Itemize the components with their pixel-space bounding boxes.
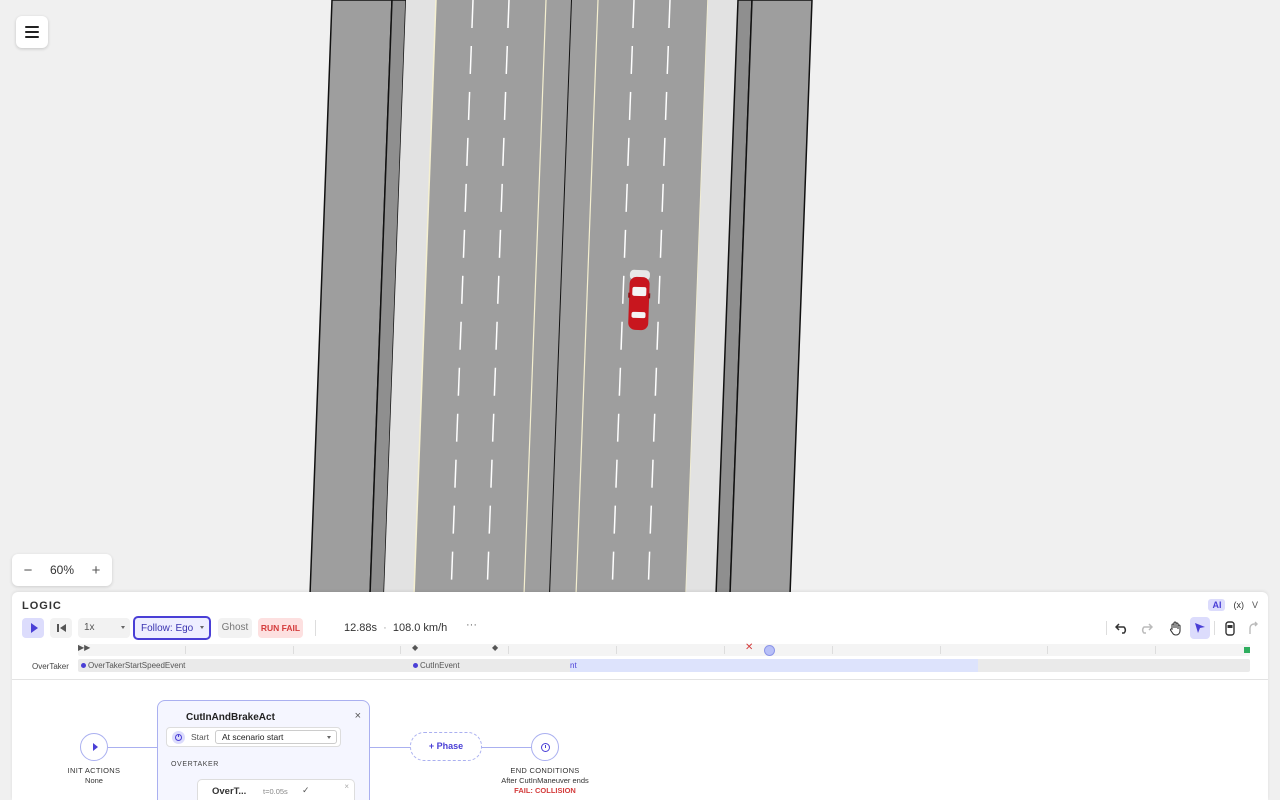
carriageway-left bbox=[414, 0, 572, 595]
rewind-button[interactable] bbox=[50, 618, 72, 638]
act-title: CutInAndBrakeAct bbox=[186, 712, 275, 723]
toolbar-divider bbox=[315, 620, 316, 636]
add-vehicle-button[interactable] bbox=[1220, 617, 1240, 639]
elapsed-time: 12.88s bbox=[344, 622, 378, 634]
playback-toolbar: 1x Follow: Ego Ghost RUN FAIL 12.88s · 1… bbox=[22, 616, 1258, 640]
clock-icon bbox=[540, 742, 550, 752]
select-tool-button[interactable] bbox=[1190, 617, 1210, 639]
car-icon bbox=[1225, 620, 1235, 636]
event-bar-active[interactable]: nt bbox=[570, 659, 978, 672]
toolbar-right-group bbox=[1106, 617, 1258, 639]
end-conditions-detail: After CutInManeuver ends bbox=[501, 776, 589, 785]
route-icon bbox=[1249, 621, 1258, 634]
lane-track-overtaker: OverTakerStartSpeedEvent CutInEvent nt bbox=[78, 659, 1250, 672]
timeline-tick bbox=[724, 646, 725, 654]
init-actions-caption: INIT ACTIONS None bbox=[52, 766, 136, 786]
play-button[interactable] bbox=[22, 618, 44, 638]
pointer-icon bbox=[1195, 623, 1205, 633]
zoom-out-button[interactable]: − bbox=[20, 562, 36, 579]
zoom-control: − 60% + bbox=[12, 554, 112, 586]
ghost-button[interactable]: Ghost bbox=[218, 618, 252, 638]
panel-title: LOGIC bbox=[22, 600, 62, 612]
entity-label: OVERTAKER bbox=[171, 761, 219, 768]
timeline-tick bbox=[1047, 646, 1048, 654]
road-map-canvas[interactable] bbox=[0, 0, 1280, 595]
more-options-button[interactable]: ··· bbox=[466, 619, 477, 631]
play-icon bbox=[30, 623, 38, 633]
current-speed: 108.0 km/h bbox=[392, 622, 448, 634]
start-trigger-row: Start At scenario start bbox=[166, 727, 341, 747]
chevron-down-icon bbox=[200, 626, 204, 629]
timeline-tick bbox=[293, 646, 294, 654]
fail-cross-icon[interactable]: ✕ bbox=[745, 642, 753, 653]
maneuver-time: t=0.05s bbox=[263, 787, 288, 796]
maneuver-card[interactable]: OverT... t=0.05s ✓ × bbox=[197, 779, 355, 800]
event-diamond-icon[interactable]: ◆ bbox=[492, 643, 498, 652]
play-icon bbox=[92, 743, 98, 751]
collapse-panel-button[interactable]: V bbox=[1252, 600, 1258, 610]
undo-button[interactable] bbox=[1112, 617, 1132, 639]
flow-connector bbox=[482, 747, 531, 748]
panel-tags: AI (x) V bbox=[1208, 599, 1258, 611]
flow-connector bbox=[370, 747, 410, 748]
start-label: Start bbox=[191, 732, 209, 742]
toolbar-divider bbox=[1214, 621, 1215, 635]
check-icon: ✓ bbox=[302, 785, 310, 795]
timeline-tick bbox=[400, 646, 401, 654]
follow-select[interactable]: Follow: Ego bbox=[133, 616, 211, 640]
zoom-in-button[interactable]: + bbox=[88, 562, 104, 579]
event-bar-overtaker-start-speed[interactable]: OverTakerStartSpeedEvent bbox=[78, 659, 408, 672]
lane-label-overtaker: OverTaker bbox=[32, 662, 69, 671]
start-trigger-select[interactable]: At scenario start bbox=[215, 730, 337, 744]
chevron-down-icon bbox=[121, 626, 125, 629]
undo-icon bbox=[1115, 623, 1127, 634]
clock-icon bbox=[172, 731, 185, 744]
close-icon[interactable]: × bbox=[344, 782, 349, 791]
timeline-tick bbox=[940, 646, 941, 654]
timeline-tick bbox=[616, 646, 617, 654]
act-card[interactable]: CutInAndBrakeAct × Start At scenario sta… bbox=[157, 700, 370, 800]
event-bar-cutin[interactable]: CutInEvent bbox=[410, 659, 570, 672]
maneuver-name: OverT... bbox=[212, 786, 247, 797]
rewind-icon bbox=[56, 624, 59, 632]
time-speed-readout: 12.88s · 108.0 km/h bbox=[344, 622, 447, 634]
timeline-scrubber[interactable]: ▶▶ ◆ ◆ ✕ bbox=[78, 642, 1250, 656]
init-actions-value: None bbox=[85, 776, 103, 785]
lane-divider bbox=[12, 679, 1268, 680]
readout-separator: · bbox=[383, 622, 387, 634]
timeline-tick bbox=[1155, 646, 1156, 654]
timeline-track[interactable] bbox=[78, 644, 1250, 656]
main-menu-button[interactable] bbox=[16, 16, 48, 48]
timeline-tick bbox=[508, 646, 509, 654]
timeline-end-marker bbox=[1244, 647, 1250, 653]
timeline-tick bbox=[832, 646, 833, 654]
end-conditions-label: END CONDITIONS bbox=[510, 766, 580, 775]
hand-icon bbox=[1169, 620, 1181, 636]
add-phase-button[interactable]: + Phase bbox=[410, 732, 482, 761]
init-actions-label: INIT ACTIONS bbox=[67, 766, 121, 775]
timeline-tick bbox=[185, 646, 186, 654]
hamburger-menu-icon bbox=[25, 26, 39, 38]
redo-icon bbox=[1141, 623, 1153, 634]
skip-to-start-icon[interactable]: ▶▶ bbox=[78, 643, 90, 652]
speed-select[interactable]: 1x bbox=[78, 618, 130, 638]
flow-connector bbox=[108, 747, 158, 748]
end-conditions-node[interactable] bbox=[531, 733, 559, 761]
pan-tool-button[interactable] bbox=[1166, 617, 1186, 639]
logic-panel: LOGIC AI (x) V 1x Follow: Ego Ghost RUN … bbox=[12, 592, 1268, 800]
event-diamond-icon[interactable]: ◆ bbox=[412, 643, 418, 652]
redo-button[interactable] bbox=[1136, 617, 1156, 639]
add-route-button[interactable] bbox=[1244, 617, 1264, 639]
ai-toggle[interactable]: AI bbox=[1208, 599, 1226, 611]
close-icon[interactable]: × bbox=[355, 710, 361, 722]
variables-toggle[interactable]: (x) bbox=[1233, 600, 1244, 610]
toolbar-divider bbox=[1106, 621, 1107, 635]
run-fail-badge[interactable]: RUN FAIL bbox=[258, 618, 303, 638]
end-conditions-fail: FAIL: COLLISION bbox=[514, 786, 576, 795]
chevron-down-icon bbox=[327, 736, 331, 739]
zoom-level: 60% bbox=[49, 563, 75, 577]
init-actions-node[interactable] bbox=[80, 733, 108, 761]
end-conditions-caption: END CONDITIONS After CutInManeuver ends … bbox=[482, 766, 608, 796]
